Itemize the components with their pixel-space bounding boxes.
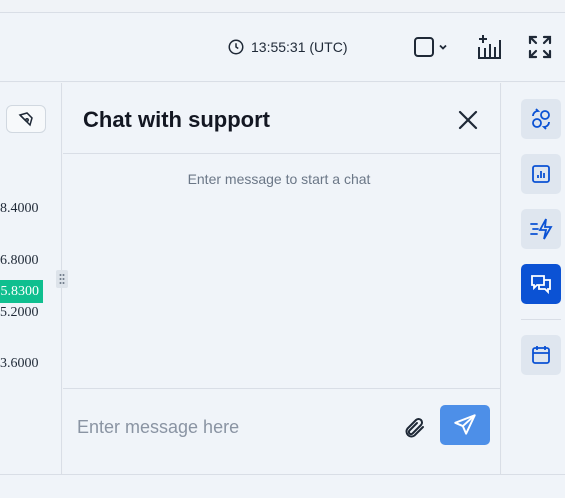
fast-trade-icon [530, 218, 553, 240]
add-indicator-button[interactable] [475, 32, 505, 62]
chat-header: Chat with support [63, 83, 500, 154]
support-chat-panel: Chat with support Enter message to start… [63, 83, 501, 474]
current-price-tag: 5.8300 [0, 280, 43, 303]
clock-icon [228, 39, 244, 55]
attach-file-button[interactable] [402, 415, 428, 441]
chat-composer [63, 388, 501, 474]
price-label: 5.2000 [0, 305, 39, 320]
price-label: 3.6000 [0, 356, 39, 371]
close-icon [458, 110, 478, 130]
exchange-icon [532, 108, 550, 130]
rail-divider [521, 319, 561, 320]
panel-resize-handle[interactable] [56, 270, 68, 288]
bottom-status-bar [0, 474, 565, 498]
calendar-icon [532, 346, 550, 364]
pen-tool-icon [18, 112, 33, 127]
send-message-button[interactable] [440, 405, 490, 445]
add-indicator-icon [478, 35, 501, 59]
top-toolbar: 13:55:31 (UTC) [0, 13, 565, 82]
rail-exchange-button[interactable] [521, 99, 561, 139]
grip-dots-icon [59, 274, 65, 284]
chat-icon [531, 275, 551, 295]
rail-chat-button[interactable] [521, 264, 561, 304]
right-sidebar [502, 83, 565, 474]
layout-square-icon [414, 37, 434, 57]
layout-select-button[interactable] [414, 37, 448, 57]
chat-empty-state: Enter message to start a chat [187, 171, 371, 187]
message-input[interactable] [77, 409, 397, 445]
server-clock: 13:55:31 (UTC) [227, 38, 347, 56]
paperclip-icon [405, 417, 424, 438]
fullscreen-button[interactable] [525, 32, 555, 62]
rail-report-button[interactable] [521, 154, 561, 194]
close-chat-button[interactable] [456, 108, 480, 132]
fullscreen-icon [528, 35, 552, 59]
chat-title: Chat with support [83, 107, 270, 132]
chevron-down-icon [439, 44, 447, 50]
rail-fast-trade-button[interactable] [521, 209, 561, 249]
drawing-tool-button[interactable] [6, 105, 46, 133]
chart-area: 8.4000 6.8000 5.8300 5.2000 3.6000 [0, 83, 62, 474]
clock-text: 13:55:31 (UTC) [251, 39, 348, 55]
price-label: 8.4000 [0, 201, 39, 216]
chart-report-icon [532, 165, 550, 183]
rail-calendar-button[interactable] [521, 335, 561, 375]
price-label: 6.8000 [0, 253, 39, 268]
send-icon [454, 414, 476, 435]
